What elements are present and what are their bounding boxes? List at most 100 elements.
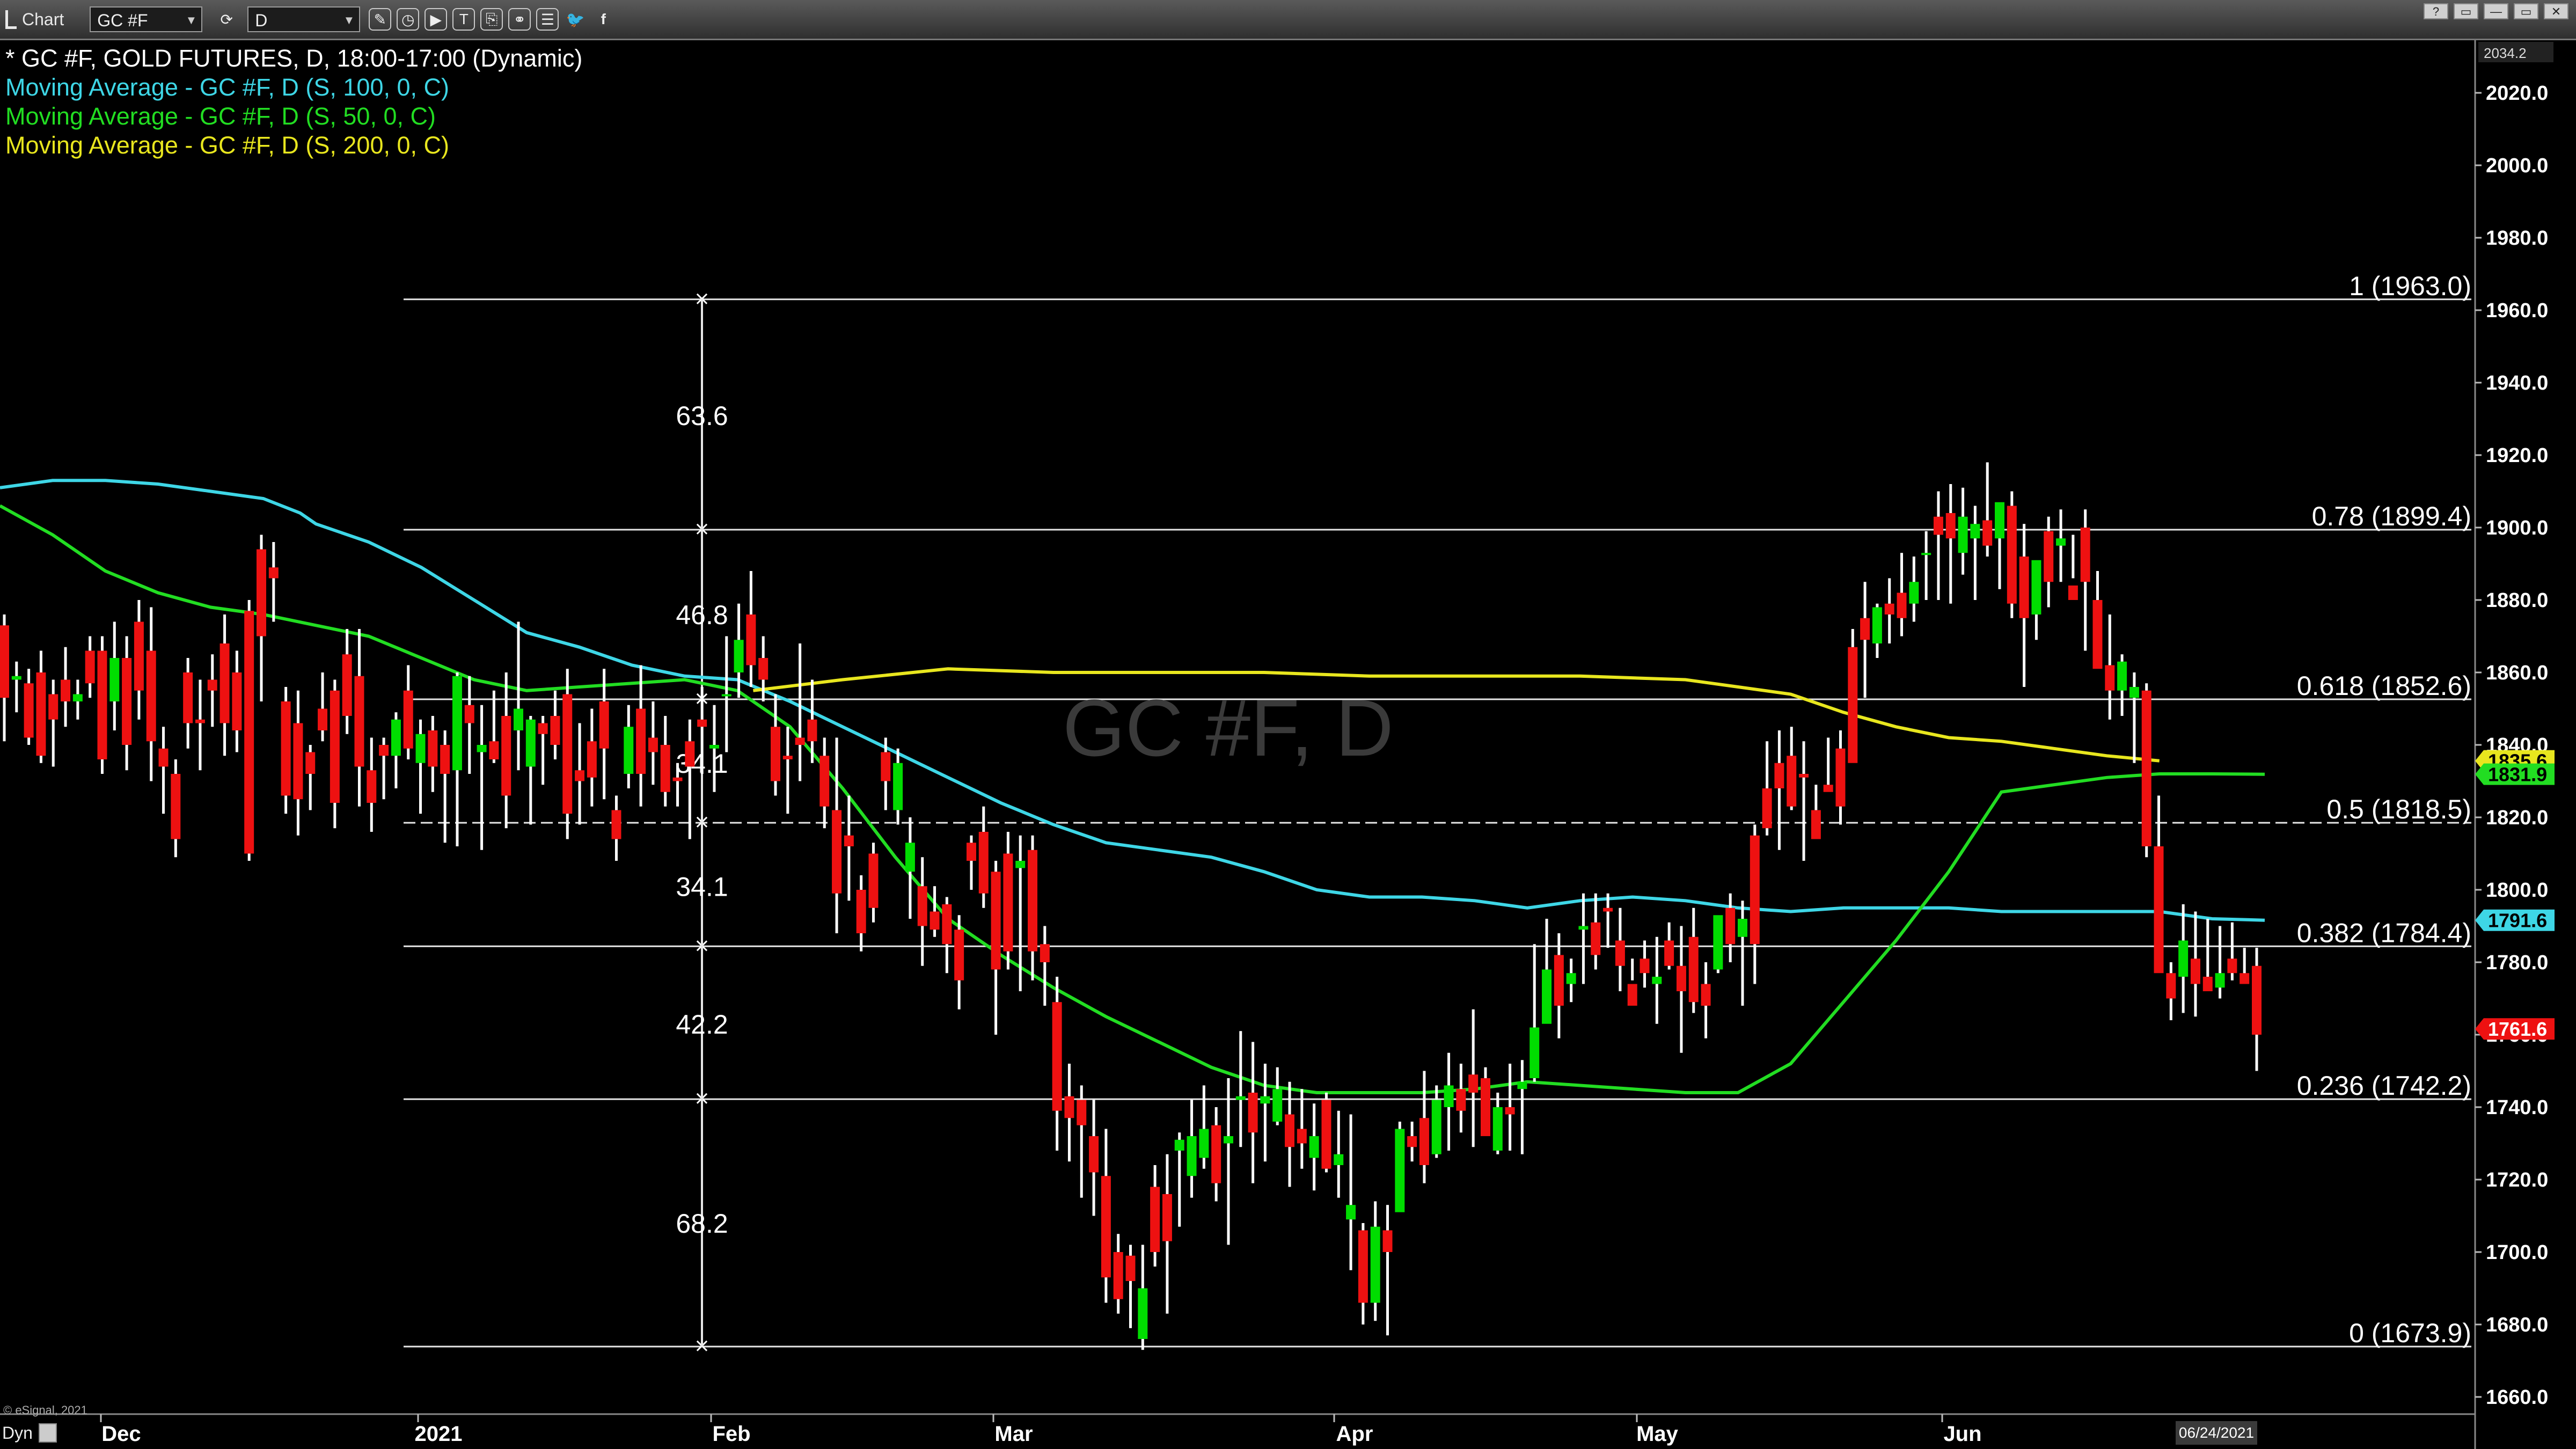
candle-body [1346, 1205, 1356, 1220]
dyn-label[interactable]: Dyn [2, 1423, 33, 1443]
close-button[interactable]: ✕ [2544, 3, 2568, 19]
candle-body [771, 727, 781, 781]
candle-body [636, 708, 646, 774]
candle-body [966, 843, 976, 861]
candle-body [281, 701, 291, 796]
candle-body [2105, 665, 2115, 691]
candle-body [868, 853, 879, 908]
restore-button[interactable]: ▭ [2454, 3, 2478, 19]
candle-body [721, 694, 731, 697]
refresh-icon[interactable]: ⟳ [215, 8, 238, 31]
candle-body [391, 719, 401, 756]
legend-ma100-line[interactable]: Moving Average - GC #F, D (S, 100, 0, C) [5, 73, 582, 102]
candle-body [2117, 661, 2127, 691]
current-date-tag: 06/24/2021 [2176, 1421, 2257, 1445]
text-tool-icon[interactable]: T [452, 8, 475, 31]
top-price-label: 2034.2 [2484, 45, 2527, 61]
candle-body [587, 741, 597, 778]
candle-body [2227, 958, 2237, 974]
minimize-button[interactable]: — [2484, 3, 2508, 19]
fib-segment-label: 46.8 [676, 600, 728, 630]
candle-body [109, 658, 120, 701]
candle-body [1848, 647, 1858, 763]
candle-body [1223, 1136, 1233, 1144]
link-icon[interactable]: ⚭ [508, 8, 531, 31]
candle-body [244, 611, 254, 854]
play-icon[interactable]: ▶ [425, 8, 448, 31]
candle-body [514, 708, 524, 730]
candle-body [1688, 936, 1699, 1002]
candle-body [428, 730, 438, 767]
candle-body [1554, 955, 1564, 1006]
candle-body [305, 752, 316, 774]
clock-icon[interactable]: ◷ [397, 8, 420, 31]
candle-body [293, 723, 303, 800]
dyn-toggle[interactable] [39, 1423, 57, 1443]
candle-body [403, 690, 413, 749]
interval-select[interactable]: D ▼ [247, 6, 361, 33]
candle-body [1737, 919, 1747, 937]
help-button[interactable]: ? [2424, 3, 2448, 19]
candle-body [1187, 1136, 1197, 1176]
price-tick-label: 1680.0 [2486, 1314, 2548, 1336]
candle-body [2178, 940, 2189, 977]
candle-body [452, 676, 462, 771]
candle-body [1125, 1255, 1136, 1281]
chevron-down-icon[interactable]: ▼ [343, 8, 355, 33]
candle-body [1750, 835, 1760, 945]
list-icon[interactable]: ☰ [536, 8, 559, 31]
interval-select-value: D [255, 11, 268, 30]
candle-body [318, 708, 328, 730]
candle-body [477, 745, 487, 752]
legend-ma50-line[interactable]: Moving Average - GC #F, D (S, 50, 0, C) [5, 102, 582, 131]
candle-body [1664, 940, 1674, 966]
candle-body [599, 701, 609, 749]
candle-body [1309, 1136, 1319, 1158]
candle-body [2154, 846, 2164, 974]
copyright-text: © eSignal, 2021 [3, 1403, 87, 1417]
draw-pen-icon[interactable]: ✎ [369, 8, 392, 31]
candle-body [268, 567, 279, 579]
candle-body [1615, 940, 1625, 966]
chevron-down-icon[interactable]: ▼ [185, 8, 197, 33]
candle-body [942, 904, 952, 945]
price-tick-label: 1700.0 [2486, 1241, 2548, 1264]
candle-body [257, 549, 267, 636]
candle-body [795, 737, 805, 745]
twitter-icon[interactable]: 🐦 [564, 8, 587, 31]
candle-body [1860, 618, 1870, 640]
candle-body [905, 843, 915, 872]
candle-body [1444, 1085, 1454, 1107]
candle-body [1982, 520, 1993, 546]
time-tick-label: Apr [1336, 1422, 1373, 1446]
candle-body [2019, 557, 2029, 618]
price-tag-label: 1791.6 [2488, 910, 2547, 932]
price-tick-label: 1780.0 [2486, 952, 2548, 974]
candle-body [1701, 984, 1711, 1006]
candle-body [1676, 965, 1686, 991]
candle-body [819, 756, 830, 807]
candle-body [1272, 1089, 1283, 1122]
legend-ma200-line[interactable]: Moving Average - GC #F, D (S, 200, 0, C) [5, 131, 582, 160]
candle-body [415, 734, 426, 763]
candle-body [1407, 1136, 1417, 1147]
candle-body [1260, 1096, 1270, 1104]
symbol-input[interactable]: GC #F ▼ [90, 6, 203, 33]
candle-body [1174, 1139, 1184, 1151]
maximize-button[interactable]: ▭ [2514, 3, 2538, 19]
legend-symbol-line[interactable]: * GC #F, GOLD FUTURES, D, 18:00-17:00 (D… [5, 44, 582, 73]
candle-body [1297, 1129, 1307, 1144]
chart-app-label[interactable]: Chart [5, 10, 64, 30]
candle-body [2141, 690, 2151, 846]
candle-body [1542, 969, 1552, 1024]
price-tick-label: 1660.0 [2486, 1386, 2548, 1409]
candle-body [697, 719, 707, 727]
candle-body [1909, 582, 1919, 604]
ticket-icon[interactable]: ⎘ [480, 8, 503, 31]
candle-body [1150, 1187, 1160, 1252]
candle-body [1994, 502, 2004, 539]
facebook-icon[interactable]: f [592, 8, 614, 31]
candle-body [379, 745, 389, 756]
candle-body [1933, 516, 1943, 535]
candle-body [832, 810, 842, 894]
